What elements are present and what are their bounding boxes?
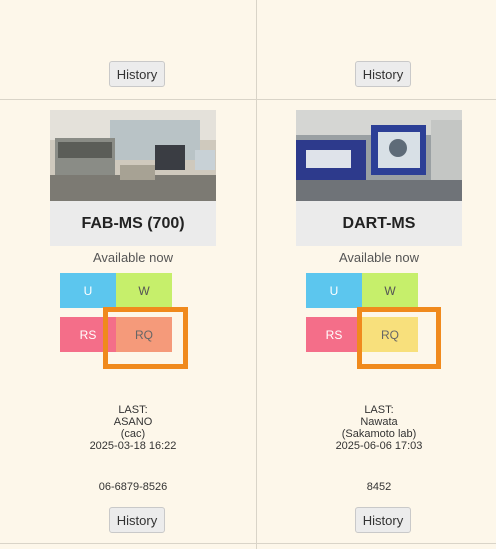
last-user: ASANO [113, 416, 153, 428]
instrument-photo [296, 110, 462, 201]
tile-rs[interactable]: RS [306, 317, 362, 352]
phone-number: 8452 [366, 481, 392, 493]
last-time: 2025-03-18 16:22 [89, 440, 177, 452]
highlight-box [103, 307, 188, 369]
instrument-name: FAB-MS (700) [50, 201, 216, 246]
history-button-bottom[interactable]: History [355, 507, 411, 533]
history-button-top[interactable]: History [109, 61, 165, 87]
tile-w[interactable]: W [116, 273, 172, 308]
last-label: LAST: [364, 404, 394, 416]
last-group: (Sakamoto lab) [341, 428, 417, 440]
history-button-top[interactable]: History [355, 61, 411, 87]
last-group: (cac) [120, 428, 146, 440]
instrument-card-dart-ms: History DART-MS Available now U W RS RQ … [246, 0, 494, 549]
instrument-photo [50, 110, 216, 201]
tile-u[interactable]: U [306, 273, 362, 308]
instrument-card-fab-ms: History FAB-MS (700) Available now U W R… [0, 0, 248, 549]
last-label: LAST: [118, 404, 148, 416]
phone-number: 06-6879-8526 [98, 481, 168, 493]
history-button-bottom[interactable]: History [109, 507, 165, 533]
availability-status: Available now [339, 250, 419, 265]
last-user: Nawata [360, 416, 398, 428]
tile-u[interactable]: U [60, 273, 116, 308]
tile-w[interactable]: W [362, 273, 418, 308]
highlight-box [357, 307, 441, 369]
last-time: 2025-06-06 17:03 [335, 440, 423, 452]
instrument-name: DART-MS [296, 201, 462, 246]
availability-status: Available now [93, 250, 173, 265]
